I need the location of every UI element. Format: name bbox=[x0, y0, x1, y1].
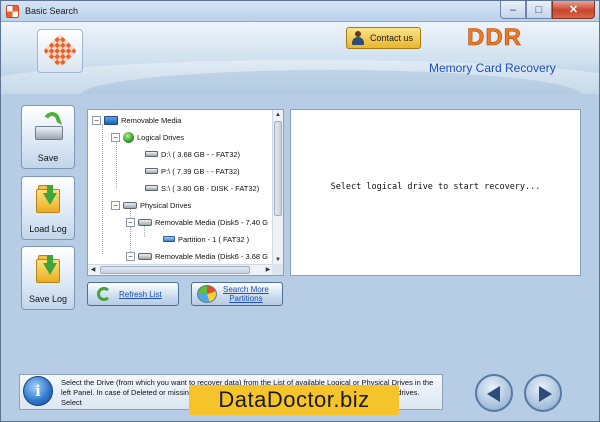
refresh-list-button[interactable]: Refresh List bbox=[87, 282, 179, 306]
tree-node-removable-media[interactable]: − Removable Media bbox=[92, 113, 181, 127]
brand-name: DDR bbox=[467, 24, 522, 52]
status-message: Select logical drive to start recovery..… bbox=[330, 182, 541, 192]
hard-drive-icon bbox=[138, 218, 152, 226]
collapse-icon[interactable]: − bbox=[111, 200, 120, 210]
contact-us-label: Contact us bbox=[370, 33, 414, 43]
scroll-up-icon[interactable]: ▲ bbox=[273, 110, 283, 120]
contact-us-button[interactable]: Contact us bbox=[346, 27, 421, 49]
maximize-button[interactable]: □ bbox=[526, 1, 552, 19]
ddr-logo-icon bbox=[43, 34, 77, 68]
tree-label: Partition - 1 ( FAT32 ) bbox=[178, 234, 250, 244]
tree-label: Removable Media (Disk5 - 7.40 G bbox=[155, 217, 268, 227]
globe-icon bbox=[123, 131, 134, 143]
vertical-scrollbar[interactable]: ▲ ▼ bbox=[272, 110, 283, 265]
save-log-label: Save Log bbox=[28, 294, 68, 304]
person-icon bbox=[351, 31, 365, 45]
save-log-button[interactable]: Save Log bbox=[21, 246, 75, 310]
app-icon bbox=[6, 5, 19, 18]
app-logo bbox=[37, 29, 83, 73]
close-button[interactable]: ✕ bbox=[552, 1, 595, 19]
drive-icon bbox=[145, 151, 158, 157]
search-more-partitions-label: Search More Partitions bbox=[223, 285, 269, 303]
tree-node-logical-drives[interactable]: − Logical Drives bbox=[111, 130, 184, 144]
search-label-line2: Partitions bbox=[229, 294, 263, 303]
window-controls: – □ ✕ bbox=[500, 1, 595, 19]
tree-label: Logical Drives bbox=[137, 132, 185, 142]
drive-icon bbox=[145, 185, 158, 191]
message-panel: Select logical drive to start recovery..… bbox=[290, 109, 581, 276]
tree-label: P:\ ( 7.39 GB - - FAT32) bbox=[161, 166, 240, 176]
arrow-right-icon bbox=[539, 386, 552, 402]
tree-node-logical-drive[interactable]: S:\ ( 3.80 GB - DISK - FAT32) bbox=[145, 181, 259, 195]
info-icon[interactable]: i bbox=[23, 376, 53, 406]
refresh-list-label: Refresh List bbox=[119, 289, 162, 299]
back-button[interactable] bbox=[475, 374, 513, 412]
window-title: Basic Search bbox=[25, 6, 79, 16]
computer-icon bbox=[104, 115, 118, 125]
tree-node-logical-drive[interactable]: D:\ ( 3.68 GB - - FAT32) bbox=[145, 147, 240, 161]
tree-label: S:\ ( 3.80 GB - DISK - FAT32) bbox=[161, 183, 260, 193]
scroll-corner bbox=[272, 264, 283, 275]
search-more-partitions-button[interactable]: Search More Partitions bbox=[191, 282, 283, 306]
tree-node-physical-drive[interactable]: − Removable Media (Disk5 - 7.40 G bbox=[126, 215, 268, 229]
collapse-icon[interactable]: − bbox=[126, 251, 135, 261]
folder-load-icon bbox=[34, 183, 64, 215]
tree-label: Physical Drives bbox=[140, 200, 192, 210]
save-label: Save bbox=[37, 153, 59, 163]
disk-save-icon bbox=[34, 109, 64, 144]
collapse-icon[interactable]: − bbox=[111, 132, 120, 142]
next-button[interactable] bbox=[524, 374, 562, 412]
refresh-icon bbox=[97, 287, 111, 301]
watermark-text: DataDoctor.biz bbox=[218, 387, 370, 412]
load-log-button[interactable]: Load Log bbox=[21, 176, 75, 240]
header-banner: Contact us DDR Memory Card Recovery bbox=[1, 22, 599, 94]
load-log-label: Load Log bbox=[29, 224, 67, 234]
tree-label: D:\ ( 3.68 GB - - FAT32) bbox=[161, 149, 241, 159]
tree-label: Removable Media bbox=[121, 115, 182, 125]
tree-node-physical-drives[interactable]: − Physical Drives bbox=[111, 198, 191, 212]
scroll-thumb[interactable] bbox=[100, 266, 250, 274]
pie-chart-icon bbox=[197, 285, 217, 303]
collapse-icon[interactable]: − bbox=[92, 115, 101, 125]
collapse-icon[interactable]: − bbox=[126, 217, 135, 227]
drive-tree-panel[interactable]: − Removable Media − Logical Drives D:\ (… bbox=[87, 109, 284, 276]
drive-icon bbox=[145, 168, 158, 174]
product-name: Memory Card Recovery bbox=[429, 61, 556, 75]
scroll-thumb[interactable] bbox=[274, 121, 282, 216]
scroll-left-icon[interactable]: ◀ bbox=[88, 265, 98, 275]
arrow-left-icon bbox=[487, 386, 500, 402]
folder-save-icon bbox=[34, 253, 64, 285]
hard-drive-icon bbox=[138, 252, 152, 260]
tree-node-physical-drive[interactable]: − Removable Media (Disk6 - 3.68 G bbox=[126, 249, 268, 263]
tree-node-logical-drive[interactable]: P:\ ( 7.39 GB - - FAT32) bbox=[145, 164, 240, 178]
title-bar[interactable]: Basic Search – □ ✕ bbox=[1, 1, 599, 22]
partition-icon bbox=[163, 236, 175, 242]
horizontal-scrollbar[interactable]: ◀ ▶ bbox=[88, 264, 273, 275]
drive-tree: − Removable Media − Logical Drives D:\ (… bbox=[88, 110, 273, 265]
watermark-banner: DataDoctor.biz bbox=[189, 385, 399, 415]
minimize-button[interactable]: – bbox=[500, 1, 526, 19]
save-button[interactable]: Save bbox=[21, 105, 75, 169]
search-label-line1: Search More bbox=[223, 285, 269, 294]
tree-node-partition[interactable]: Partition - 1 ( FAT32 ) bbox=[163, 232, 249, 246]
hard-drive-icon bbox=[123, 201, 137, 209]
tree-label: Removable Media (Disk6 - 3.68 G bbox=[155, 251, 268, 261]
app-window: Basic Search – □ ✕ Contact us DDR Memory… bbox=[0, 0, 600, 422]
